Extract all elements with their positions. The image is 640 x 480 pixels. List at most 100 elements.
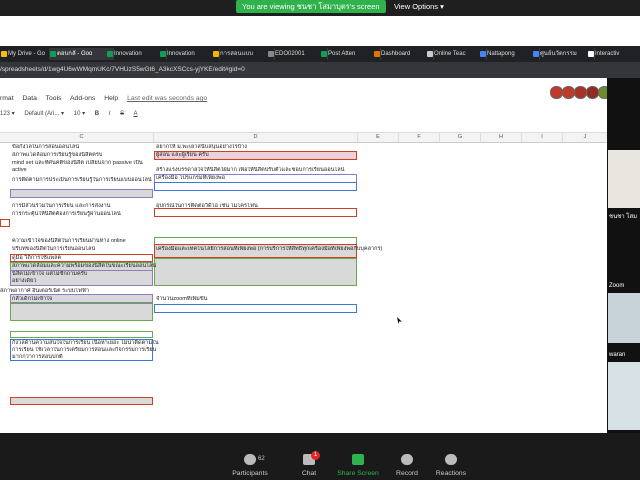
share-banner: You are viewing ชนชา โสมาบุตร's screen: [236, 0, 386, 13]
reactions-icon[interactable]: [445, 454, 457, 465]
cell-c[interactable]: mind set และทัศนคติของนิสิต เปลี่ยนจาก p…: [12, 160, 143, 167]
menu-help[interactable]: Help: [104, 95, 118, 102]
tab-post-atten[interactable]: Post Atten: [320, 48, 381, 60]
sheets-icon: [321, 51, 327, 57]
cell-d[interactable]: สร้างแรงบรรดาลใจให้นิสิตใฝ่มาก เพื่อให้น…: [156, 167, 345, 174]
highlighted-cell[interactable]: [10, 303, 153, 321]
sheets-icon: [160, 51, 166, 57]
strikethrough-button[interactable]: S: [120, 111, 124, 117]
highlighted-cell[interactable]: [10, 397, 153, 405]
tab-label: Dashboard: [381, 51, 411, 57]
column-header[interactable]: C: [10, 133, 154, 142]
tab-label: Interactiv: [595, 51, 620, 57]
video-thumbnail[interactable]: [608, 362, 640, 430]
cell-c[interactable]: การเรียน ใช้เวลาในการเตรียมการสอนและกิจก…: [12, 347, 156, 354]
cell-c[interactable]: กลัวเด็กไม่เข้าใจ: [12, 296, 52, 303]
font-size-select[interactable]: 10 ▾: [74, 111, 85, 117]
column-header[interactable]: D: [154, 133, 358, 142]
browser-tab-strip: My Drive - Go ตอบกลั - Goo Innovation In…: [0, 46, 640, 62]
dashboard-icon: [374, 51, 380, 57]
cell-c[interactable]: มากกว่าการสอนปกติ: [12, 354, 63, 361]
italic-button[interactable]: I: [109, 111, 111, 117]
highlighted-cell[interactable]: [0, 219, 10, 227]
menu-data[interactable]: Data: [23, 95, 37, 102]
video-thumbnail[interactable]: [608, 150, 640, 208]
cell-c[interactable]: สภาพแวดล้อมและความพร้อมของนิสิตในขณะเรีย…: [12, 263, 156, 270]
column-header[interactable]: I: [522, 133, 563, 142]
cell-c[interactable]: นิสิตไม่เข้าใจ แต่ไม่ซักถามครับ: [12, 271, 87, 278]
drive-icon: [1, 51, 7, 57]
cell-d[interactable]: อยากให้ ม.พะเยาสนับสนุนอย่างไรบ้าง: [156, 144, 247, 151]
cell-c[interactable]: ข้อกังวลในการสอนออนไลน์: [12, 144, 79, 151]
tab-interactive[interactable]: Interactiv: [587, 48, 640, 60]
tab-label: ศูนย์นวัตกรรม: [540, 51, 577, 57]
number-format-button[interactable]: 123 ▾: [0, 111, 15, 117]
tab-innovation-2[interactable]: Innovation: [159, 48, 220, 60]
column-header[interactable]: H: [481, 133, 522, 142]
cell-c[interactable]: กังวลด้านความสนใจในการเรียน เนื้อหาเยอะ …: [12, 340, 159, 347]
tab-label: ตอบกลั - Goo: [57, 51, 93, 57]
cell-c[interactable]: การติดตามการประเมินการเรียนรู้ในการเรียน…: [12, 177, 152, 184]
cell-c[interactable]: การมีส่วนร่วมในการเรียน และการส่งงาน: [12, 203, 111, 210]
reactions-button[interactable]: Reactions: [433, 470, 469, 477]
cell-d[interactable]: จำนวนzoomที่เพิ่มขึ้น: [156, 296, 208, 303]
share-screen-icon[interactable]: [352, 454, 364, 465]
highlighted-cell[interactable]: [10, 331, 153, 338]
tab-edo[interactable]: EDO02001: [267, 48, 328, 60]
tab-innovation-1[interactable]: Innovation: [106, 48, 167, 60]
record-icon[interactable]: [401, 454, 413, 465]
highlighted-cell[interactable]: [10, 189, 153, 198]
sheets-icon: [107, 51, 113, 57]
cell-d[interactable]: เครื่องมือ โปรแกรมที่เพียงพอ: [156, 175, 225, 182]
column-header[interactable]: G: [440, 133, 481, 142]
tab-teaching[interactable]: การสอนแบบ: [212, 48, 275, 60]
tab-label: Innovation: [167, 51, 195, 57]
tab-online-teach[interactable]: Online Teac: [426, 48, 487, 60]
cell-d[interactable]: ผู้สอน และผู้เรียน ครับ: [156, 152, 209, 159]
formula-bar[interactable]: [0, 123, 607, 133]
menu-tools[interactable]: Tools: [46, 95, 62, 102]
bold-button[interactable]: B: [95, 111, 99, 117]
tab-label: Innovation: [114, 51, 142, 57]
cell-c[interactable]: สภาพแวดล้อมการเรียนรู้ของนิสิตครบ: [12, 152, 102, 159]
tab-nattapong[interactable]: Nattapong: [479, 48, 540, 60]
docs-icon: [480, 51, 486, 57]
view-options-button[interactable]: View Options ▾: [388, 0, 450, 13]
menu-format[interactable]: rmat: [0, 95, 14, 102]
sheets-menubar: rmat Data Tools Add-ons Help Last edit w…: [0, 95, 214, 105]
selected-cell[interactable]: [154, 304, 357, 313]
cell-c[interactable]: ความเข้าใจของนิสิตในการเรียนผ่านทาง onli…: [12, 238, 126, 245]
column-header[interactable]: E: [358, 133, 399, 142]
cell-c[interactable]: สภาพอากาศ อินเตอร์เน็ต ระบบไฟฟ้า: [0, 288, 89, 295]
sheets-icon: [50, 51, 56, 57]
tab-sheet[interactable]: ตอบกลั - Goo: [49, 48, 114, 60]
cell-c[interactable]: การกระตุ้นให้นิสิตต้องการเรียนรู้ผ่านออน…: [12, 211, 121, 218]
column-header-row: C D E F G H I J: [0, 133, 608, 143]
tab-dashboard[interactable]: Dashboard: [373, 48, 434, 60]
share-screen-button[interactable]: Share Screen: [336, 470, 380, 477]
participants-icon[interactable]: [244, 454, 256, 465]
menu-addons[interactable]: Add-ons: [70, 95, 95, 102]
cell-d[interactable]: เครื่องมือและเทคโนโลยีการสอนที่เพียงพอ (…: [156, 246, 382, 253]
url-text[interactable]: /spreadsheets/d/1wg4U6wWMqmUKc/7VHUzS5wG…: [0, 64, 245, 76]
video-thumbnail[interactable]: [608, 293, 640, 343]
record-button[interactable]: Record: [392, 470, 422, 477]
chat-button[interactable]: Chat: [296, 470, 322, 477]
cell-d[interactable]: อุปกรณ์ในการติดต่อวิดีโอ เช่น โมโครโฟน: [156, 203, 258, 210]
cell-c[interactable]: active: [12, 167, 27, 174]
text-color-button[interactable]: A: [134, 111, 138, 117]
tab-label: My Drive - Go: [8, 51, 46, 57]
highlighted-cell[interactable]: [154, 258, 357, 286]
cell-c[interactable]: ดูมือ วิถีการใช้แพลต: [12, 255, 61, 262]
last-edit-link[interactable]: Last edit was seconds ago: [127, 95, 207, 102]
cell-c[interactable]: บริบทของนิสิตในการเรียนออนไลน์: [12, 246, 95, 253]
tab-innovation-center[interactable]: ศูนย์นวัตกรรม: [532, 48, 595, 60]
tab-label: Post Atten: [328, 51, 356, 57]
participants-button[interactable]: Participants: [228, 470, 272, 477]
highlighted-cell[interactable]: [154, 182, 357, 191]
participant-name: Zoom: [609, 283, 625, 289]
font-select[interactable]: Default (Ari... ▾: [24, 111, 64, 117]
column-header[interactable]: F: [399, 133, 440, 142]
cell-c[interactable]: อย่างเดียว: [12, 278, 36, 285]
column-header[interactable]: J: [563, 133, 608, 142]
